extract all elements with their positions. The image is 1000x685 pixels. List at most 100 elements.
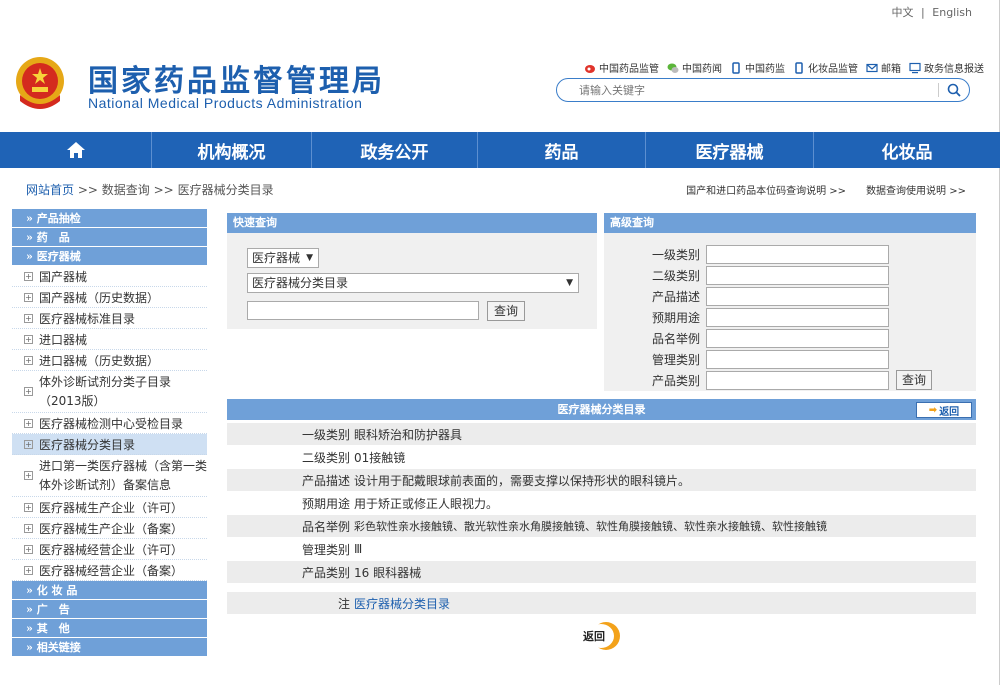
product-description-input[interactable]: [706, 287, 889, 306]
sidebar-item-active[interactable]: + 医疗器械分类目录: [12, 434, 207, 455]
quick-search-title: 快速查询: [227, 213, 597, 233]
adv-field-row: 产品描述: [648, 287, 889, 306]
link-drug-supervision[interactable]: 中国药品监管: [584, 60, 659, 75]
lang-en-link[interactable]: English: [932, 6, 972, 19]
nav-medical-devices[interactable]: 医疗器械: [646, 132, 814, 168]
expand-icon: +: [24, 502, 33, 512]
breadcrumb-sep: >>: [153, 183, 174, 197]
sidebar-item[interactable]: + 医疗器械生产企业（备案）: [12, 518, 207, 539]
sidebar-head-cosmetics[interactable]: » 化 妆 品: [12, 581, 207, 600]
sidebar-item[interactable]: + 进口器械（历史数据）: [12, 350, 207, 371]
site-search-input[interactable]: [579, 83, 938, 97]
breadcrumb-data-query[interactable]: 数据查询: [102, 183, 150, 197]
monitor-icon: [909, 62, 921, 73]
expand-icon: +: [24, 334, 33, 344]
database-select[interactable]: 医疗器械分类目录 ▼: [247, 273, 579, 293]
sidebar-item[interactable]: + 体外诊断试剂分类子目录（2013版）: [12, 371, 207, 413]
national-emblem-icon: [16, 57, 64, 109]
nav-home[interactable]: [0, 132, 152, 168]
main-nav: 机构概况 政务公开 药品 医疗器械 化妆品: [0, 132, 1000, 168]
link-mailbox[interactable]: 邮箱: [866, 60, 901, 75]
back-button-bottom[interactable]: 返回: [580, 622, 626, 650]
note-link[interactable]: 医疗器械分类目录: [354, 597, 450, 611]
advanced-search-title: 高级查询: [604, 213, 976, 233]
mobile-icon: [732, 61, 740, 74]
result-row: 产品描述 设计用于配戴眼球前表面的，需要支撑以保持形状的眼科镜片。: [227, 469, 976, 491]
expand-icon: +: [24, 355, 33, 365]
site-title-en[interactable]: National Medical Products Administration: [88, 95, 362, 111]
result-row: 预期用途 用于矫正或修正人眼视力。: [301, 496, 499, 511]
adv-field-row: 预期用途: [648, 308, 889, 327]
result-note-row: 注 医疗器械分类目录: [227, 592, 976, 614]
link-drug-news[interactable]: 中国药闻: [667, 60, 722, 75]
adv-field-row: 二级类别: [648, 266, 889, 285]
sidebar-item[interactable]: + 医疗器械经营企业（许可）: [12, 539, 207, 560]
quick-search-input[interactable]: [247, 301, 479, 320]
dropdown-arrow-icon: ▼: [306, 253, 313, 263]
expand-icon: +: [24, 523, 33, 533]
adv-field-row: 品名举例: [648, 329, 889, 348]
data-query-help-link[interactable]: 数据查询使用说明 >>: [866, 182, 966, 197]
nav-cosmetics[interactable]: 化妆品: [814, 132, 1000, 168]
dropdown-arrow-icon: ▼: [566, 278, 573, 288]
expand-icon: +: [24, 565, 33, 575]
site-title-cn[interactable]: 国家药品监督管理局: [88, 56, 385, 100]
breadcrumb-home[interactable]: 网站首页: [26, 183, 74, 197]
nav-drugs[interactable]: 药品: [478, 132, 646, 168]
quick-links: 中国药品监管 中国药闻 中国药监 化妆品监管 邮箱 政务信息报送: [584, 60, 984, 75]
expand-icon: +: [24, 313, 33, 323]
search-icon: [947, 83, 961, 97]
advanced-search-button[interactable]: 查询: [896, 370, 932, 390]
sidebar-head-devices[interactable]: » 医疗器械: [12, 247, 207, 266]
quick-search-button[interactable]: 查询: [487, 301, 525, 321]
arrow-right-icon: ➡: [928, 404, 938, 416]
home-icon: [66, 142, 85, 158]
result-row: 品名举例 彩色软性亲水接触镜、散光软性亲水角膜接触镜、软性角膜接触镜、软性亲水接触…: [227, 515, 976, 537]
quick-search-panel: 快速查询 医疗器械 ▼ 医疗器械分类目录 ▼ 查询: [227, 213, 597, 329]
level1-category-input[interactable]: [706, 245, 889, 264]
drug-code-help-link[interactable]: 国产和进口药品本位码查询说明 >>: [686, 182, 846, 197]
product-examples-input[interactable]: [706, 329, 889, 348]
product-category-input[interactable]: [706, 371, 889, 390]
expand-icon: +: [24, 418, 33, 428]
sidebar-head-ads[interactable]: » 广 告: [12, 600, 207, 619]
sidebar-head-drugs[interactable]: » 药 品: [12, 228, 207, 247]
lang-separator: |: [921, 6, 925, 19]
expand-icon: +: [24, 387, 33, 396]
breadcrumb-current: 医疗器械分类目录: [177, 183, 274, 197]
nav-government-affairs[interactable]: 政务公开: [312, 132, 478, 168]
result-row: 二级类别 01接触镜: [301, 450, 406, 465]
link-cosmetics-regulator[interactable]: 化妆品监管: [793, 60, 858, 75]
back-button-top[interactable]: ➡ 返回: [916, 402, 972, 418]
sidebar-item[interactable]: + 国产器械（历史数据）: [12, 287, 207, 308]
sidebar-item[interactable]: + 进口器械: [12, 329, 207, 350]
adv-field-row: 管理类别: [648, 350, 889, 369]
management-class-input[interactable]: [706, 350, 889, 369]
adv-field-row: 产品类别: [648, 371, 889, 390]
site-search: [556, 78, 970, 102]
sidebar-item[interactable]: + 医疗器械经营企业（备案）: [12, 560, 207, 581]
sidebar: » 产品抽检 » 药 品 » 医疗器械 + 国产器械 + 国产器械（历史数据） + 医…: [12, 209, 207, 657]
sidebar-item[interactable]: + 医疗器械生产企业（许可）: [12, 497, 207, 518]
breadcrumb-sep: >>: [77, 183, 98, 197]
sidebar-item[interactable]: + 医疗器械检测中心受检目录: [12, 413, 207, 434]
sidebar-head-other[interactable]: » 其 他: [12, 619, 207, 638]
level2-category-input[interactable]: [706, 266, 889, 285]
link-gov-info-report[interactable]: 政务信息报送: [909, 60, 984, 75]
sidebar-item[interactable]: + 进口第一类医疗器械（含第一类体外诊断试剂）备案信息: [12, 455, 207, 497]
category-select[interactable]: 医疗器械 ▼: [247, 248, 319, 268]
nav-organization[interactable]: 机构概况: [152, 132, 312, 168]
sidebar-head-sampling[interactable]: » 产品抽检: [12, 209, 207, 228]
intended-use-input[interactable]: [706, 308, 889, 327]
help-links: 国产和进口药品本位码查询说明 >> 数据查询使用说明 >>: [686, 182, 966, 197]
link-drug-regulator[interactable]: 中国药监: [730, 60, 785, 75]
sidebar-item[interactable]: + 国产器械: [12, 266, 207, 287]
search-button[interactable]: [945, 81, 963, 99]
language-switch: 中文 | English: [892, 4, 972, 20]
expand-icon: +: [24, 271, 33, 281]
result-title: 医疗器械分类目录: [227, 399, 976, 420]
expand-icon: +: [24, 544, 33, 554]
lang-zh-link[interactable]: 中文: [892, 6, 914, 19]
sidebar-item[interactable]: + 医疗器械标准目录: [12, 308, 207, 329]
sidebar-head-links[interactable]: » 相关链接: [12, 638, 207, 657]
